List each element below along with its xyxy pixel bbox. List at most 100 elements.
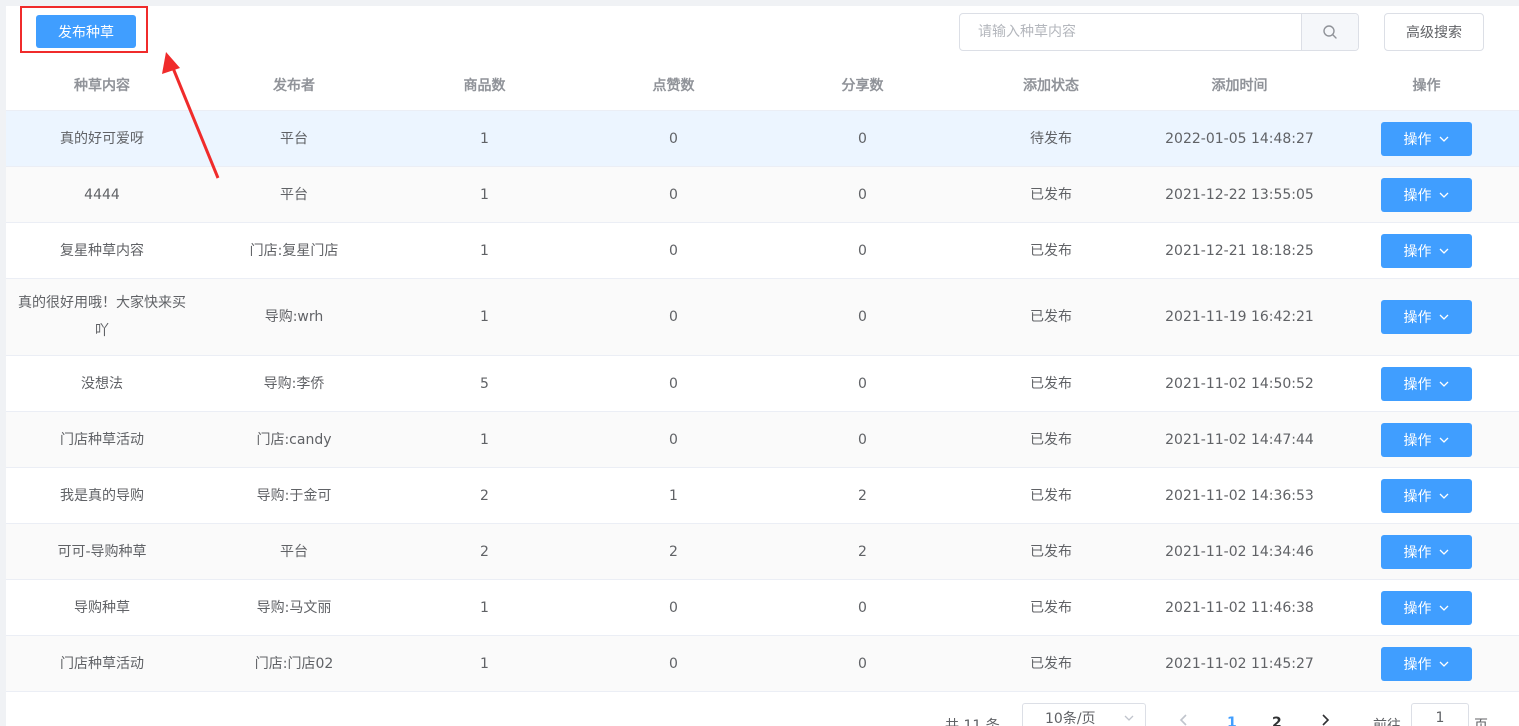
row-action-dropdown-button[interactable]: 操作 [1381, 646, 1472, 681]
search-button[interactable] [1301, 14, 1358, 50]
row-action-dropdown-button[interactable]: 操作 [1381, 422, 1472, 457]
row-action-label: 操作 [1403, 376, 1432, 393]
page-suffix: 页 [1474, 718, 1488, 726]
search-input[interactable] [960, 14, 1301, 50]
advanced-search-button[interactable]: 高级搜索 [1384, 13, 1484, 51]
table-row[interactable]: 门店种草活动 门店:门店02 1 0 0 已发布 2021-11-02 11:45:27 操作 [6, 635, 1519, 692]
cell-shares-count: 2 [768, 467, 957, 524]
toolbar: 发布种草 高级搜索 [6, 6, 1519, 60]
chevron-down-icon [1124, 715, 1134, 721]
cell-goods-count: 1 [390, 411, 579, 468]
table-header-row: 种草内容 发布者 商品数 点赞数 分享数 添加状态 添加时间 操作 [6, 60, 1519, 111]
chevron-down-icon [1439, 661, 1448, 667]
chevron-down-icon [1439, 248, 1448, 254]
cell-likes-count: 2 [579, 523, 768, 580]
publish-button[interactable]: 发布种草 [36, 15, 136, 48]
table-row[interactable]: 复星种草内容 门店:复星门店 1 0 0 已发布 2021-12-21 18:18:25 操作 [6, 222, 1519, 279]
cell-goods-count: 1 [390, 278, 579, 356]
cell-goods-count: 2 [390, 467, 579, 524]
cell-content: 门店种草活动 [6, 411, 198, 468]
header-content[interactable]: 种草内容 [6, 60, 198, 111]
page-size-select[interactable]: 10条/页 [1022, 703, 1146, 726]
table-row[interactable]: 导购种草 导购:马文丽 1 0 0 已发布 2021-11-02 11:46:38 操作 [6, 579, 1519, 636]
table-row[interactable]: 可可-导购种草 平台 2 2 2 已发布 2021-11-02 14:34:46 操作 [6, 523, 1519, 580]
cell-goods-count: 1 [390, 166, 579, 223]
cell-status: 待发布 [957, 110, 1145, 167]
row-action-dropdown-button[interactable]: 操作 [1381, 478, 1472, 513]
row-action-label: 操作 [1403, 488, 1432, 505]
table-row[interactable]: 4444 平台 1 0 0 已发布 2021-12-22 13:55:05 操作 [6, 166, 1519, 223]
chevron-down-icon [1439, 314, 1448, 320]
cell-shares-count: 0 [768, 278, 957, 356]
chevron-down-icon [1439, 549, 1448, 555]
goto-page-input[interactable]: 1 [1411, 703, 1469, 726]
table-row[interactable]: 没想法 导购:李侨 5 0 0 已发布 2021-11-02 14:50:52 操作 [6, 355, 1519, 412]
cell-shares-count: 0 [768, 635, 957, 692]
header-time[interactable]: 添加时间 [1145, 60, 1334, 111]
prev-page-button[interactable] [1178, 713, 1190, 726]
cell-goods-count: 1 [390, 110, 579, 167]
cell-content: 导购种草 [6, 579, 198, 636]
cell-shares-count: 0 [768, 579, 957, 636]
cell-likes-count: 0 [579, 355, 768, 412]
cell-status: 已发布 [957, 635, 1145, 692]
next-page-button[interactable] [1319, 713, 1331, 726]
table-row[interactable]: 真的很好用哦！大家快来买吖 导购:wrh 1 0 0 已发布 2021-11-19 16:4… [6, 278, 1519, 356]
content-panel: 发布种草 高级搜索 种草内容 发布者 商品数 点赞数 分享数 [6, 6, 1519, 726]
cell-actions: 操作 [1334, 579, 1519, 636]
cell-content: 真的很好用哦！大家快来买吖 [6, 278, 198, 356]
table-row[interactable]: 我是真的导购 导购:于金可 2 1 2 已发布 2021-11-02 14:36:53 操作 [6, 467, 1519, 524]
cell-publisher: 导购:于金可 [198, 467, 390, 524]
cell-actions: 操作 [1334, 411, 1519, 468]
cell-publisher: 平台 [198, 166, 390, 223]
cell-actions: 操作 [1334, 467, 1519, 524]
row-action-label: 操作 [1403, 544, 1432, 561]
cell-time: 2021-11-02 14:34:46 [1145, 523, 1334, 580]
header-shares-count[interactable]: 分享数 [768, 60, 957, 111]
row-action-dropdown-button[interactable]: 操作 [1381, 590, 1472, 625]
header-likes-count[interactable]: 点赞数 [579, 60, 768, 111]
cell-likes-count: 0 [579, 635, 768, 692]
header-status[interactable]: 添加状态 [957, 60, 1145, 111]
row-action-dropdown-button[interactable]: 操作 [1381, 233, 1472, 268]
cell-actions: 操作 [1334, 166, 1519, 223]
cell-content: 没想法 [6, 355, 198, 412]
header-goods-count[interactable]: 商品数 [390, 60, 579, 111]
cell-content: 我是真的导购 [6, 467, 198, 524]
cell-goods-count: 5 [390, 355, 579, 412]
cell-time: 2022-01-05 14:48:27 [1145, 110, 1334, 167]
cell-status: 已发布 [957, 467, 1145, 524]
planting-table: 种草内容 发布者 商品数 点赞数 分享数 添加状态 添加时间 操作 真的好可爱呀… [6, 60, 1519, 692]
page-number-2[interactable]: 2 [1272, 715, 1282, 726]
table-row[interactable]: 门店种草活动 门店:candy 1 0 0 已发布 2021-11-02 14:47:44 操… [6, 411, 1519, 468]
cell-likes-count: 0 [579, 411, 768, 468]
row-action-label: 操作 [1403, 432, 1432, 449]
row-action-dropdown-button[interactable]: 操作 [1381, 121, 1472, 156]
cell-time: 2021-12-22 13:55:05 [1145, 166, 1334, 223]
row-action-dropdown-button[interactable]: 操作 [1381, 177, 1472, 212]
cell-goods-count: 1 [390, 579, 579, 636]
cell-status: 已发布 [957, 222, 1145, 279]
cell-status: 已发布 [957, 579, 1145, 636]
cell-content: 4444 [6, 166, 198, 223]
chevron-down-icon [1439, 381, 1448, 387]
cell-content: 复星种草内容 [6, 222, 198, 279]
table-row[interactable]: 真的好可爱呀 平台 1 0 0 待发布 2022-01-05 14:48:27 操作 [6, 110, 1519, 167]
page-number-1[interactable]: 1 [1227, 715, 1237, 726]
cell-time: 2021-11-19 16:42:21 [1145, 278, 1334, 356]
cell-actions: 操作 [1334, 523, 1519, 580]
cell-time: 2021-11-02 14:47:44 [1145, 411, 1334, 468]
cell-publisher: 导购:李侨 [198, 355, 390, 412]
cell-time: 2021-11-02 14:36:53 [1145, 467, 1334, 524]
row-action-dropdown-button[interactable]: 操作 [1381, 534, 1472, 569]
cell-goods-count: 2 [390, 523, 579, 580]
cell-likes-count: 0 [579, 278, 768, 356]
row-action-label: 操作 [1403, 187, 1432, 204]
cell-publisher: 导购:wrh [198, 278, 390, 356]
row-action-dropdown-button[interactable]: 操作 [1381, 366, 1472, 401]
header-publisher[interactable]: 发布者 [198, 60, 390, 111]
cell-likes-count: 0 [579, 579, 768, 636]
row-action-dropdown-button[interactable]: 操作 [1381, 300, 1472, 334]
row-action-label: 操作 [1403, 656, 1432, 673]
cell-shares-count: 0 [768, 166, 957, 223]
